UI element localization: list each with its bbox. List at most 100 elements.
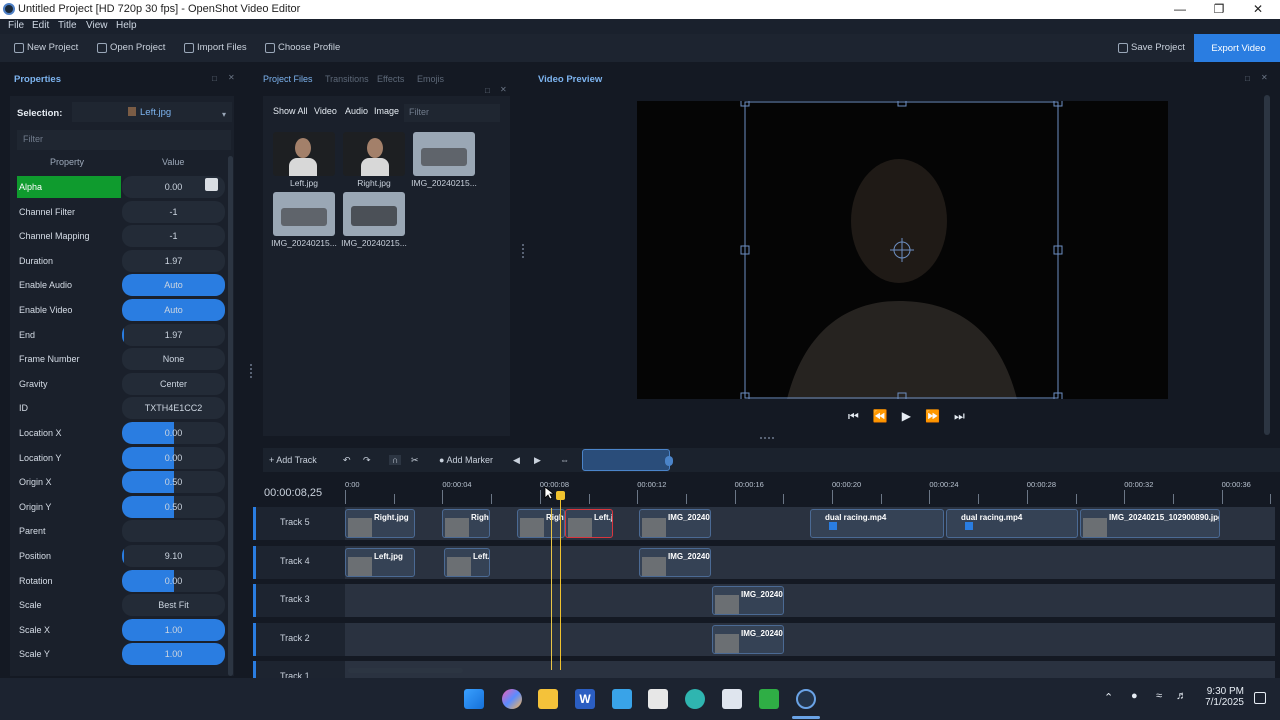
property-value[interactable]: 1.97	[122, 323, 225, 346]
splitter-handle[interactable]	[250, 364, 252, 378]
splitter-handle[interactable]	[522, 244, 524, 258]
preview-close-icon[interactable]: ✕	[1261, 73, 1268, 82]
openshot-taskbar-icon[interactable]	[796, 689, 816, 709]
file-explorer-icon[interactable]	[538, 689, 558, 709]
property-value[interactable]: 0.00	[122, 446, 225, 469]
playhead-handle[interactable]	[556, 491, 565, 500]
property-row[interactable]: Channel Mapping -1	[17, 225, 231, 248]
property-value[interactable]: Best Fit	[122, 594, 225, 617]
maximize-icon[interactable]: ❐	[1209, 2, 1229, 16]
timeline-clip[interactable]: Right.j...	[517, 509, 565, 538]
property-value[interactable]: -1	[122, 200, 225, 223]
selection-dropdown[interactable]: Left.jpg ▾	[72, 102, 232, 122]
store-icon[interactable]	[722, 689, 742, 709]
property-row[interactable]: Frame Number None	[17, 348, 231, 371]
menu-title[interactable]: Title	[58, 20, 77, 31]
filter-show-all[interactable]: Show All	[273, 106, 308, 116]
save-project-button[interactable]: Save Project	[1118, 42, 1185, 53]
menu-edit[interactable]: Edit	[32, 20, 49, 31]
timeline-clip[interactable]: IMG_2024021...	[712, 624, 784, 654]
property-row[interactable]: Alpha 0.00	[17, 176, 231, 198]
property-value[interactable]: 1.00	[122, 643, 225, 666]
property-row[interactable]: Gravity Center	[17, 372, 231, 395]
files-dock-close-icon[interactable]: ✕	[500, 85, 507, 94]
timeline-track[interactable]: Track 3 IMG_2024021...	[253, 584, 1275, 618]
fast-forward-icon[interactable]: ⏩	[925, 409, 954, 423]
property-row[interactable]: Duration 1.97	[17, 249, 231, 272]
windows-start-icon[interactable]	[464, 689, 484, 709]
close-icon[interactable]: ✕	[1248, 2, 1268, 16]
snipping-tool-icon[interactable]	[648, 689, 668, 709]
add-marker-button[interactable]: ● Add Marker	[439, 455, 493, 465]
timeline-track[interactable]: Track 5 Right.jpg Right.j... Right.j... Left…	[253, 507, 1275, 540]
dock-close-icon[interactable]: ✕	[228, 73, 235, 82]
new-project-button[interactable]: New Project	[14, 42, 78, 53]
timeline-track[interactable]: Track 4 Left.jpg Left.jpg IMG_2024021...	[253, 545, 1275, 579]
import-files-button[interactable]: Import Files	[184, 42, 247, 53]
property-row[interactable]: Enable Audio Auto	[17, 274, 231, 297]
track-header[interactable]: Track 4	[253, 545, 345, 579]
file-thumb-img2[interactable]	[273, 192, 335, 236]
track-lane[interactable]: IMG_2024021...	[345, 584, 1275, 618]
timeline-clip[interactable]: Left.jpg	[444, 547, 490, 577]
menu-file[interactable]: File	[8, 20, 24, 31]
property-value[interactable]: TXTH4E1CC2	[122, 397, 225, 420]
redo-icon[interactable]: ↷	[363, 455, 371, 466]
timeline-clip[interactable]: IMG_20240215_102900890.jpg	[1080, 509, 1220, 538]
timeline-clip[interactable]: Left.jpg	[565, 509, 613, 538]
property-value[interactable]: 1.00	[122, 618, 225, 641]
microphone-icon[interactable]: ●	[1131, 690, 1138, 702]
property-row[interactable]: Location Y 0.00	[17, 446, 231, 469]
filter-image[interactable]: Image	[374, 106, 399, 116]
track-header[interactable]: Track 5	[253, 507, 345, 540]
filter-audio[interactable]: Audio	[345, 106, 368, 116]
jump-end-icon[interactable]: ⏭	[954, 409, 979, 423]
open-project-button[interactable]: Open Project	[97, 42, 165, 53]
property-value[interactable]: 9.10	[122, 545, 225, 567]
track-lane[interactable]: Right.jpg Right.j... Right.j... Left.jpg IMG…	[345, 507, 1275, 540]
splitter-handle[interactable]	[760, 437, 774, 439]
property-row[interactable]: Scale X 1.00	[17, 618, 231, 641]
timeline-track[interactable]: Track 2 IMG_2024021...	[253, 622, 1275, 656]
timeline-clip[interactable]: Right.j...	[442, 509, 490, 538]
tab-project-files[interactable]: Project Files	[263, 74, 313, 84]
file-thumb-img3[interactable]	[343, 192, 405, 236]
preview-canvas[interactable]	[637, 97, 1168, 402]
publisher-icon[interactable]	[759, 689, 779, 709]
rewind-icon[interactable]: ⏪	[873, 409, 902, 423]
timeline-clip[interactable]: dual racing.mp4	[810, 509, 944, 538]
menu-view[interactable]: View	[86, 20, 108, 31]
track-lane[interactable]: IMG_2024021...	[345, 622, 1275, 656]
property-value[interactable]: 0.00	[122, 569, 225, 592]
chevron-up-icon[interactable]: ⌃	[1104, 691, 1113, 704]
timeline-clip[interactable]: IMG_2024021...	[639, 547, 711, 577]
tab-effects[interactable]: Effects	[377, 74, 404, 84]
file-thumb-img1[interactable]	[413, 132, 475, 176]
property-row[interactable]: Channel Filter -1	[17, 200, 231, 223]
timeline-h-scrollbar[interactable]	[348, 668, 463, 673]
files-filter-input[interactable]: Filter	[404, 104, 500, 122]
play-icon[interactable]: ▶	[902, 409, 925, 423]
timeline-clip[interactable]: Left.jpg	[345, 547, 415, 577]
property-value[interactable]: 1.97	[122, 249, 225, 272]
filter-video[interactable]: Video	[314, 106, 337, 116]
jump-start-icon[interactable]: ⏮	[848, 409, 873, 423]
track-lane[interactable]: Left.jpg Left.jpg IMG_2024021...	[345, 545, 1275, 579]
playhead-line[interactable]	[560, 494, 561, 670]
property-value[interactable]	[122, 520, 225, 543]
property-row[interactable]: Origin X 0.50	[17, 471, 231, 494]
word-icon[interactable]: W	[575, 689, 595, 709]
snap-icon[interactable]: ∩	[389, 455, 402, 465]
property-row[interactable]: Scale Y 1.00	[17, 643, 231, 666]
property-value[interactable]: 0.00	[122, 422, 225, 444]
properties-filter-input[interactable]: Filter	[17, 130, 231, 150]
property-row[interactable]: Location X 0.00	[17, 422, 231, 444]
property-value[interactable]: Center	[122, 372, 225, 395]
previous-marker-icon[interactable]: ◀	[513, 455, 520, 466]
property-row[interactable]: End 1.97	[17, 323, 231, 346]
property-row[interactable]: Rotation 0.00	[17, 569, 231, 592]
property-value[interactable]: 0.50	[122, 471, 225, 494]
timeline-clip[interactable]: IMG_2024021...	[639, 509, 711, 538]
property-row[interactable]: Scale Best Fit	[17, 594, 231, 617]
zoom-slider[interactable]	[582, 449, 673, 471]
